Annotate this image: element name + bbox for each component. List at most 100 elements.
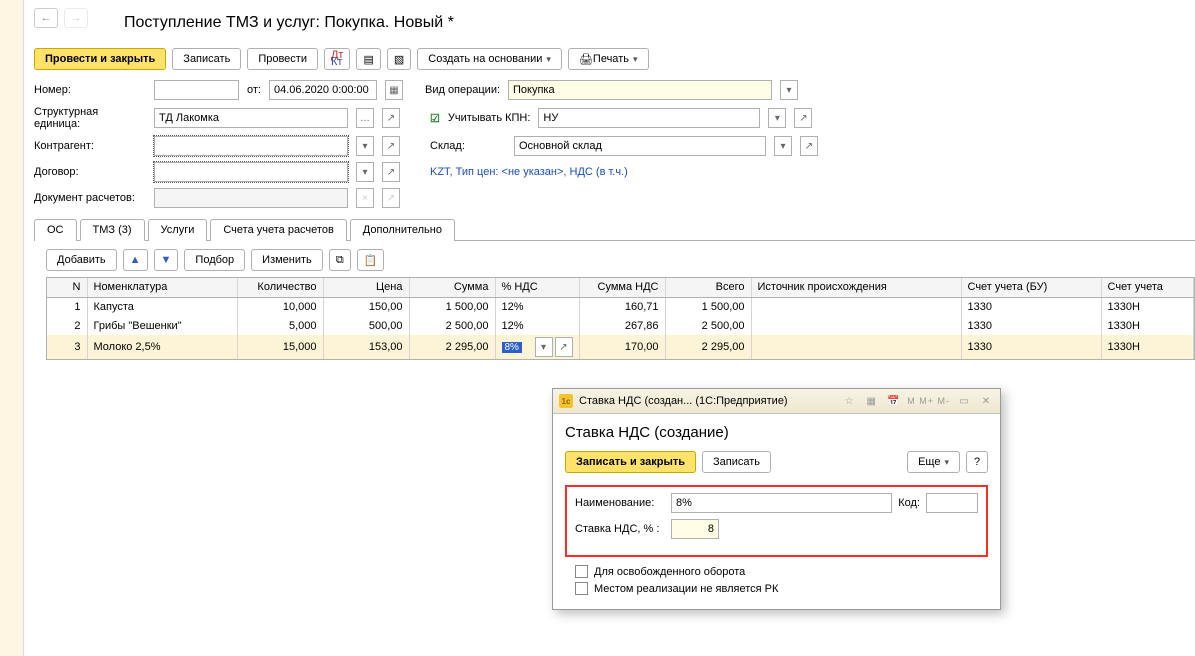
add-row-button[interactable]: Добавить: [46, 249, 117, 271]
col-vat-sum[interactable]: Сумма НДС: [579, 278, 665, 297]
counterparty-input[interactable]: [154, 136, 348, 156]
dlg-rate-input[interactable]: [671, 519, 719, 539]
dlg-save-close-button[interactable]: Записать и закрыть: [565, 451, 696, 473]
table-row[interactable]: 1 Капуста 10,000 150,00 1 500,00 12% 160…: [47, 297, 1194, 316]
dt-kt-button[interactable]: ДтКт: [324, 48, 351, 70]
price-info-link[interactable]: KZT, Тип цен: <не указан>, НДС (в т.ч.): [430, 166, 628, 178]
minimize-icon[interactable]: ▭: [956, 393, 972, 409]
kpn-drop-icon[interactable]: ▾: [768, 108, 786, 128]
col-n[interactable]: N: [47, 278, 87, 297]
tabs: ОС ТМЗ (3) Услуги Счета учета расчетов Д…: [34, 218, 1195, 241]
col-vat-pct[interactable]: % НДС: [495, 278, 579, 297]
dlg-name-input[interactable]: [671, 493, 892, 513]
dlg-save-button[interactable]: Записать: [702, 451, 771, 473]
chk-exempt-label: Для освобожденного оборота: [594, 566, 745, 578]
dlg-code-label: Код:: [898, 497, 920, 509]
close-icon[interactable]: ✕: [978, 393, 994, 409]
col-total[interactable]: Всего: [665, 278, 751, 297]
col-sum[interactable]: Сумма: [409, 278, 495, 297]
unit-open-icon[interactable]: ↗: [382, 108, 400, 128]
from-label: от:: [247, 84, 261, 96]
warehouse-drop-icon[interactable]: ▾: [774, 136, 792, 156]
unit-picker-icon[interactable]: …: [356, 108, 374, 128]
counterparty-label: Контрагент:: [34, 140, 146, 152]
print-button[interactable]: 🖨 Печать: [568, 48, 649, 70]
counterparty-drop-icon[interactable]: ▾: [356, 136, 374, 156]
settlement-clear-icon: ×: [356, 188, 374, 208]
post-button[interactable]: Провести: [247, 48, 318, 70]
kpn-input[interactable]: [538, 108, 760, 128]
tab-os[interactable]: ОС: [34, 219, 77, 241]
number-input[interactable]: [154, 80, 239, 100]
nav-forward-button[interactable]: →: [64, 8, 88, 28]
dlg-name-label: Наименование:: [575, 497, 665, 509]
date-input[interactable]: [269, 80, 377, 100]
report-button[interactable]: ▤: [356, 48, 380, 70]
col-acc-bu[interactable]: Счет учета (БУ): [961, 278, 1101, 297]
calendar-icon[interactable]: ▦: [385, 80, 403, 100]
op-type-drop-icon[interactable]: ▾: [780, 80, 798, 100]
pick-button[interactable]: Подбор: [184, 249, 245, 271]
copy-button[interactable]: ⧉: [329, 249, 351, 271]
warehouse-input[interactable]: [514, 136, 766, 156]
vat-rate-dialog: 1с Ставка НДС (создан... (1С:Предприятие…: [552, 388, 1001, 610]
print-icon: 🖨: [579, 53, 593, 66]
grid-icon[interactable]: ▦: [863, 393, 879, 409]
contract-open-icon[interactable]: ↗: [382, 162, 400, 182]
settlement-open-icon: ↗: [382, 188, 400, 208]
attach-button[interactable]: ▧: [387, 48, 411, 70]
op-type-label: Вид операции:: [425, 84, 500, 96]
nav-back-button[interactable]: ←: [34, 8, 58, 28]
settlement-doc-input: [154, 188, 348, 208]
chk-not-rk[interactable]: [575, 582, 588, 595]
tab-additional[interactable]: Дополнительно: [350, 219, 455, 241]
col-qty[interactable]: Количество: [237, 278, 323, 297]
contract-input[interactable]: [154, 162, 348, 182]
app-icon: 1с: [559, 394, 573, 408]
sidebar-stub: [0, 0, 24, 656]
col-price[interactable]: Цена: [323, 278, 409, 297]
table-row[interactable]: 2 Грибы "Вешенки" 5,000 500,00 2 500,00 …: [47, 316, 1194, 335]
tab-tmz[interactable]: ТМЗ (3): [80, 219, 145, 241]
nds-open-icon[interactable]: ↗: [555, 337, 573, 357]
items-table: N Номенклатура Количество Цена Сумма % Н…: [46, 277, 1195, 360]
col-item[interactable]: Номенклатура: [87, 278, 237, 297]
change-button[interactable]: Изменить: [251, 249, 323, 271]
main-toolbar: Провести и закрыть Записать Провести ДтК…: [34, 48, 1195, 70]
kpn-open-icon[interactable]: ↗: [794, 108, 812, 128]
chk-exempt[interactable]: [575, 565, 588, 578]
nds-drop-icon[interactable]: ▾: [535, 337, 553, 357]
dlg-more-button[interactable]: Еще: [907, 451, 960, 473]
table-row[interactable]: 3 Молоко 2,5% 15,000 153,00 2 295,00 8%▾…: [47, 335, 1194, 359]
create-based-button[interactable]: Создать на основании: [417, 48, 562, 70]
move-down-button[interactable]: ▼: [154, 249, 179, 271]
warehouse-label: Склад:: [430, 140, 506, 152]
post-and-close-button[interactable]: Провести и закрыть: [34, 48, 166, 70]
contract-drop-icon[interactable]: ▾: [356, 162, 374, 182]
tab-accounts[interactable]: Счета учета расчетов: [210, 219, 346, 241]
save-button[interactable]: Записать: [172, 48, 241, 70]
warehouse-open-icon[interactable]: ↗: [800, 136, 818, 156]
number-label: Номер:: [34, 84, 146, 96]
calc-m[interactable]: M M+ M-: [907, 393, 950, 409]
contract-label: Договор:: [34, 166, 146, 178]
op-type-select[interactable]: Покупка: [508, 80, 772, 100]
dlg-code-input[interactable]: [926, 493, 978, 513]
paste-button[interactable]: 📋: [357, 249, 385, 271]
col-origin[interactable]: Источник происхождения: [751, 278, 961, 297]
tab-services[interactable]: Услуги: [148, 219, 208, 241]
dialog-window-title: Ставка НДС (создан... (1С:Предприятие): [579, 395, 788, 407]
highlighted-fields: Наименование: Код: Ставка НДС, % :: [565, 485, 988, 557]
kpn-check-icon[interactable]: ☑: [430, 112, 440, 125]
counterparty-open-icon[interactable]: ↗: [382, 136, 400, 156]
col-acc-nu[interactable]: Счет учета: [1101, 278, 1194, 297]
settlement-doc-label: Документ расчетов:: [34, 192, 146, 204]
unit-input[interactable]: [154, 108, 348, 128]
cal-icon[interactable]: 📅: [885, 393, 901, 409]
page-title: Поступление ТМЗ и услуг: Покупка. Новый …: [124, 14, 1195, 32]
fav-icon[interactable]: ☆: [841, 393, 857, 409]
dlg-help-button[interactable]: ?: [966, 451, 988, 473]
chk-not-rk-label: Местом реализации не является РК: [594, 583, 778, 595]
move-up-button[interactable]: ▲: [123, 249, 148, 271]
dialog-titlebar[interactable]: 1с Ставка НДС (создан... (1С:Предприятие…: [553, 389, 1000, 414]
